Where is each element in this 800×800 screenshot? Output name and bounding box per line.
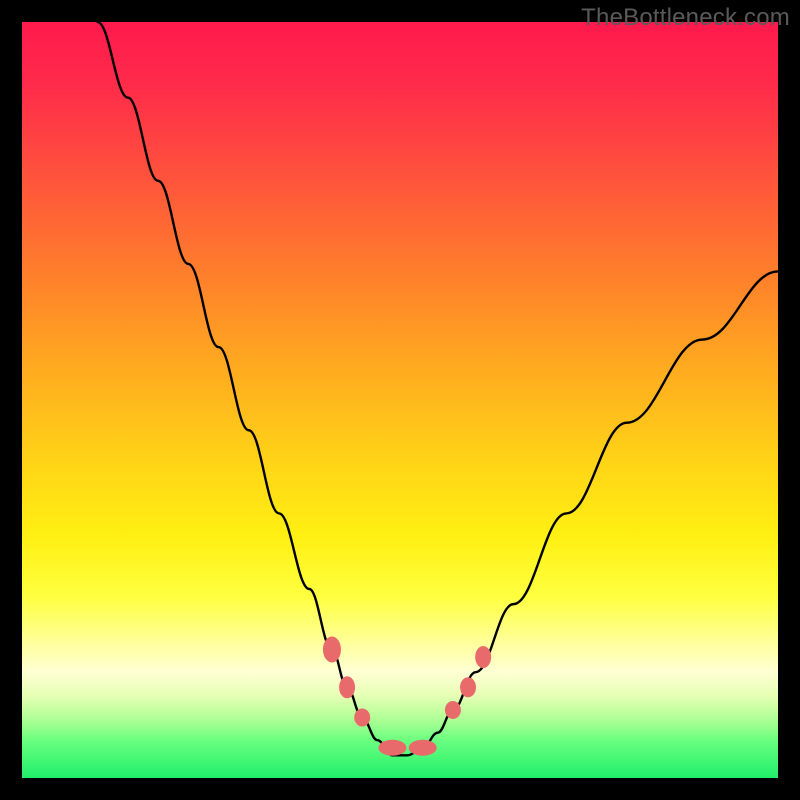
curve-marker: [460, 677, 476, 697]
curve-marker: [378, 740, 406, 756]
curve-marker: [323, 636, 341, 662]
curve-markers: [323, 636, 491, 755]
chart-svg: [22, 22, 778, 778]
curve-marker: [475, 646, 491, 668]
curve-marker: [354, 709, 370, 727]
curve-marker: [409, 740, 437, 756]
chart-area: [22, 22, 778, 778]
watermark-text: TheBottleneck.com: [581, 4, 790, 32]
curve-marker: [445, 701, 461, 719]
bottleneck-curve: [98, 22, 778, 755]
curve-marker: [339, 676, 355, 698]
